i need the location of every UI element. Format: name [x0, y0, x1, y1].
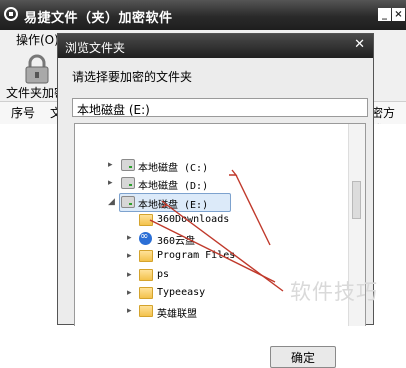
arrowhead-icon — [161, 200, 169, 208]
annotation-arrow-to-drive-e — [235, 174, 271, 246]
arrowhead-icon — [229, 169, 238, 176]
ok-button-label: 确定 — [291, 351, 316, 365]
annotation-arrow-lines — [149, 169, 284, 292]
watermark-text: 软件技巧 — [290, 280, 378, 304]
annotation-arrow-to-program-files — [149, 219, 276, 283]
ok-button[interactable]: 确定 — [270, 346, 336, 368]
